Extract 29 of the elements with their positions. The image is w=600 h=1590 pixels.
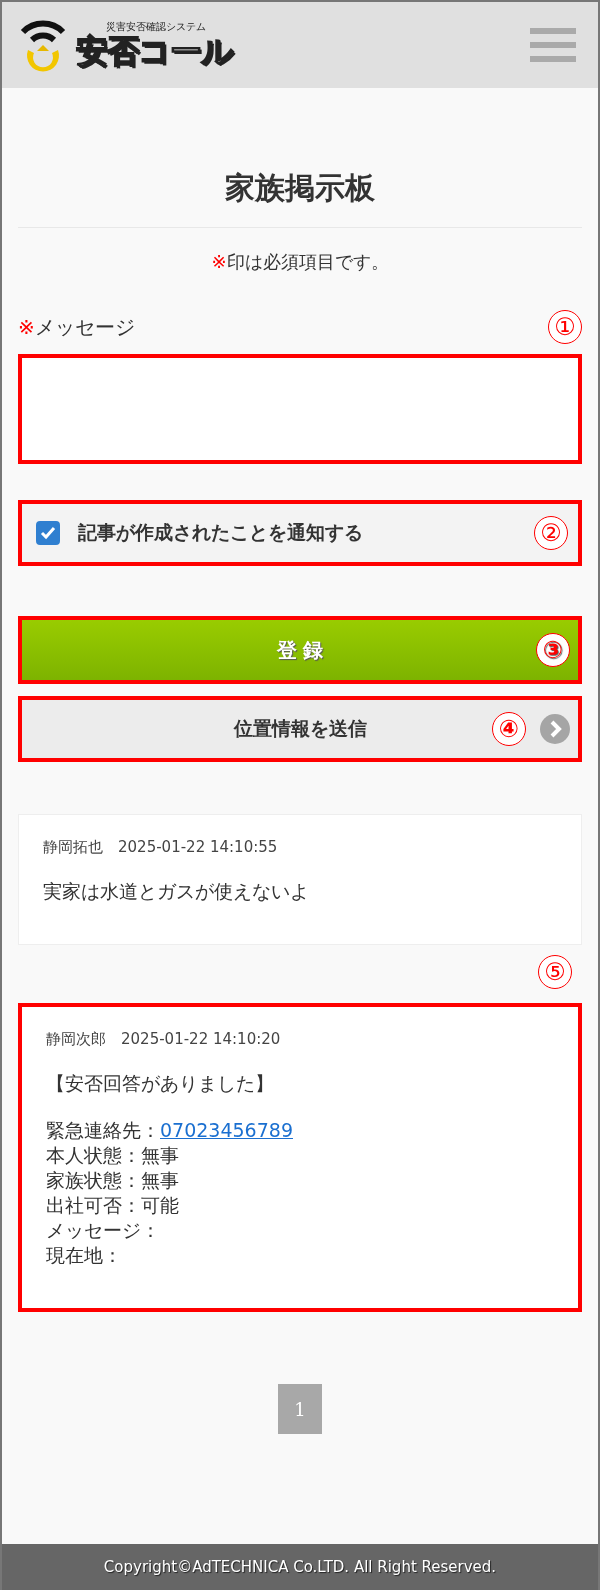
copyright: Copyright©AdTECHNICA Co.LTD. All Right Reserved. [2,1544,598,1590]
logo-tagline: 災害安否確認システム [106,21,206,33]
post-line: 本人状態：無事 [46,1143,180,1168]
post-line: 【安否回答がありました】 [46,1071,275,1096]
post-line: 緊急連絡先：07023456789 [46,1118,294,1143]
post-line: メッセージ： [46,1218,161,1243]
page-title: 家族掲示板 [18,168,582,228]
post-line: 実家は水道とガスが使えないよ [43,879,310,904]
chevron-right-icon [540,714,570,744]
phone-link[interactable]: 07023456789 [160,1119,293,1141]
message-field[interactable] [18,354,582,464]
annotation-number: ① [548,310,582,344]
field-label: ※メッセージ [18,313,135,341]
annotation-number: ⑤ [538,955,572,989]
annotation-number: ② [534,516,568,550]
post-line: 家族状態：無事 [46,1168,180,1193]
check-icon [40,526,56,540]
required-note: ※印は必須項目です。 [210,250,390,274]
post-line: 現在地： [46,1243,123,1268]
register-button[interactable]: 登 録 ③ [18,616,582,684]
post-meta: 静岡次郎 2025-01-22 14:10:20 [46,1030,281,1048]
annotation-number: ③ [536,633,570,667]
send-location-button[interactable]: 位置情報を送信 ④ [18,696,582,762]
notify-option[interactable]: 記事が作成されたことを通知する ② [18,500,582,566]
post-meta: 静岡拓也 2025-01-22 14:10:55 [43,838,278,856]
post-line: 出社可否：可能 [46,1193,180,1218]
annotation-number: ④ [492,712,526,746]
logo-wordmark: 安否コール [76,33,233,69]
checkbox[interactable] [36,521,60,545]
